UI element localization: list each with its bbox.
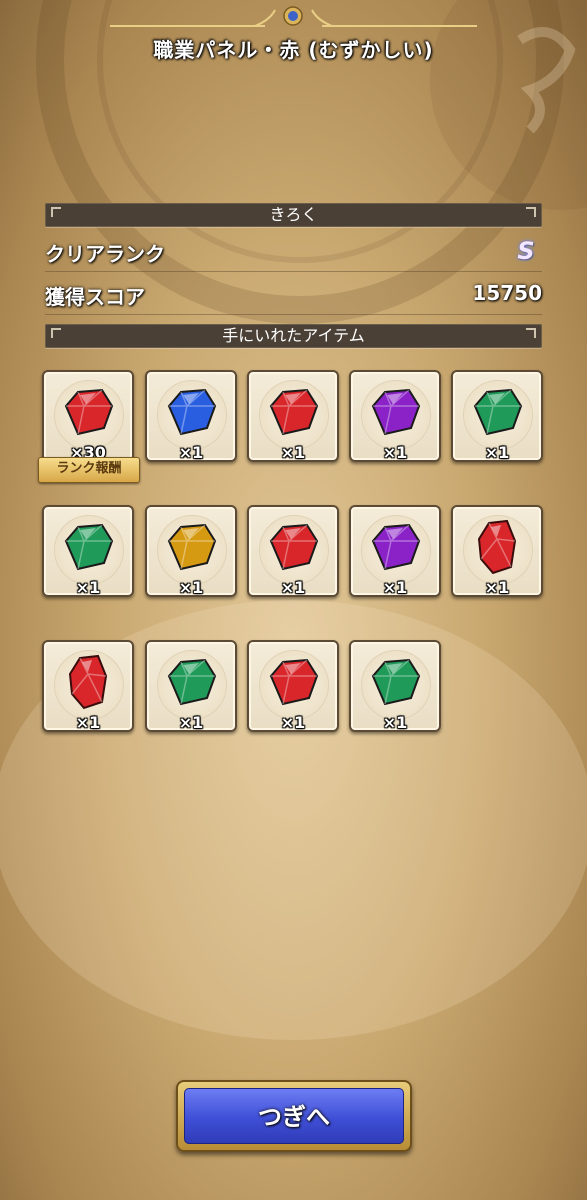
item-quantity: ×1 (75, 578, 101, 597)
red-gem-icon (269, 523, 319, 571)
item-tile[interactable]: ×1 (145, 370, 237, 462)
item-tile[interactable]: ×30 (42, 370, 134, 462)
item-quantity: ×1 (178, 443, 204, 462)
green-gem-icon (64, 523, 114, 571)
item-quantity: ×1 (280, 713, 306, 732)
red-gem-icon (64, 388, 114, 436)
next-button-label: つぎへ (184, 1088, 404, 1144)
purple-gem-icon (371, 388, 421, 436)
red-crystal-icon (477, 519, 517, 575)
item-quantity: ×1 (178, 713, 204, 732)
divider (45, 314, 542, 315)
item-tile[interactable]: ×1 (42, 505, 134, 597)
item-quantity: ×1 (484, 578, 510, 597)
background-ornament (0, 0, 587, 1040)
item-tile[interactable]: ×1 (247, 370, 339, 462)
red-gem-icon (269, 388, 319, 436)
item-tile[interactable]: ×1 (349, 370, 441, 462)
item-tile[interactable]: ×1 (451, 505, 543, 597)
items-section-header: 手にいれたアイテム (45, 324, 542, 348)
item-tile[interactable]: ×1 (247, 505, 339, 597)
title-bar: 職業パネル・赤 (むずかしい) (0, 0, 587, 70)
page-title: 職業パネル・赤 (むずかしい) (153, 38, 434, 62)
item-quantity: ×1 (280, 443, 306, 462)
record-section-header: きろく (45, 203, 542, 227)
yellow-gem-icon (167, 523, 217, 571)
divider (45, 271, 542, 272)
next-button[interactable]: つぎへ (176, 1080, 412, 1152)
blue-gem-icon (167, 388, 217, 436)
green-gem-icon (371, 658, 421, 706)
rank-reward-badge: ランク報酬 (38, 457, 140, 483)
item-tile[interactable]: ×1 (145, 505, 237, 597)
item-tile[interactable]: ×1 (349, 505, 441, 597)
clear-rank-label: クリアランク (45, 242, 165, 266)
clear-rank-value: S (517, 237, 535, 265)
item-tile[interactable]: ×1 (42, 640, 134, 732)
red-gem-icon (269, 658, 319, 706)
green-gem-icon (167, 658, 217, 706)
item-tile[interactable]: ×1 (247, 640, 339, 732)
item-quantity: ×1 (75, 713, 101, 732)
item-quantity: ×1 (382, 443, 408, 462)
item-tile[interactable]: ×1 (145, 640, 237, 732)
green-gem-icon (473, 388, 523, 436)
score-value: 15750 (472, 281, 542, 305)
item-tile[interactable]: ×1 (451, 370, 543, 462)
item-quantity: ×1 (280, 578, 306, 597)
item-quantity: ×1 (382, 713, 408, 732)
item-quantity: ×1 (382, 578, 408, 597)
item-quantity: ×1 (484, 443, 510, 462)
score-label: 獲得スコア (45, 285, 145, 309)
red-crystal-icon (68, 654, 108, 710)
item-quantity: ×1 (178, 578, 204, 597)
item-tile[interactable]: ×1 (349, 640, 441, 732)
purple-gem-icon (371, 523, 421, 571)
